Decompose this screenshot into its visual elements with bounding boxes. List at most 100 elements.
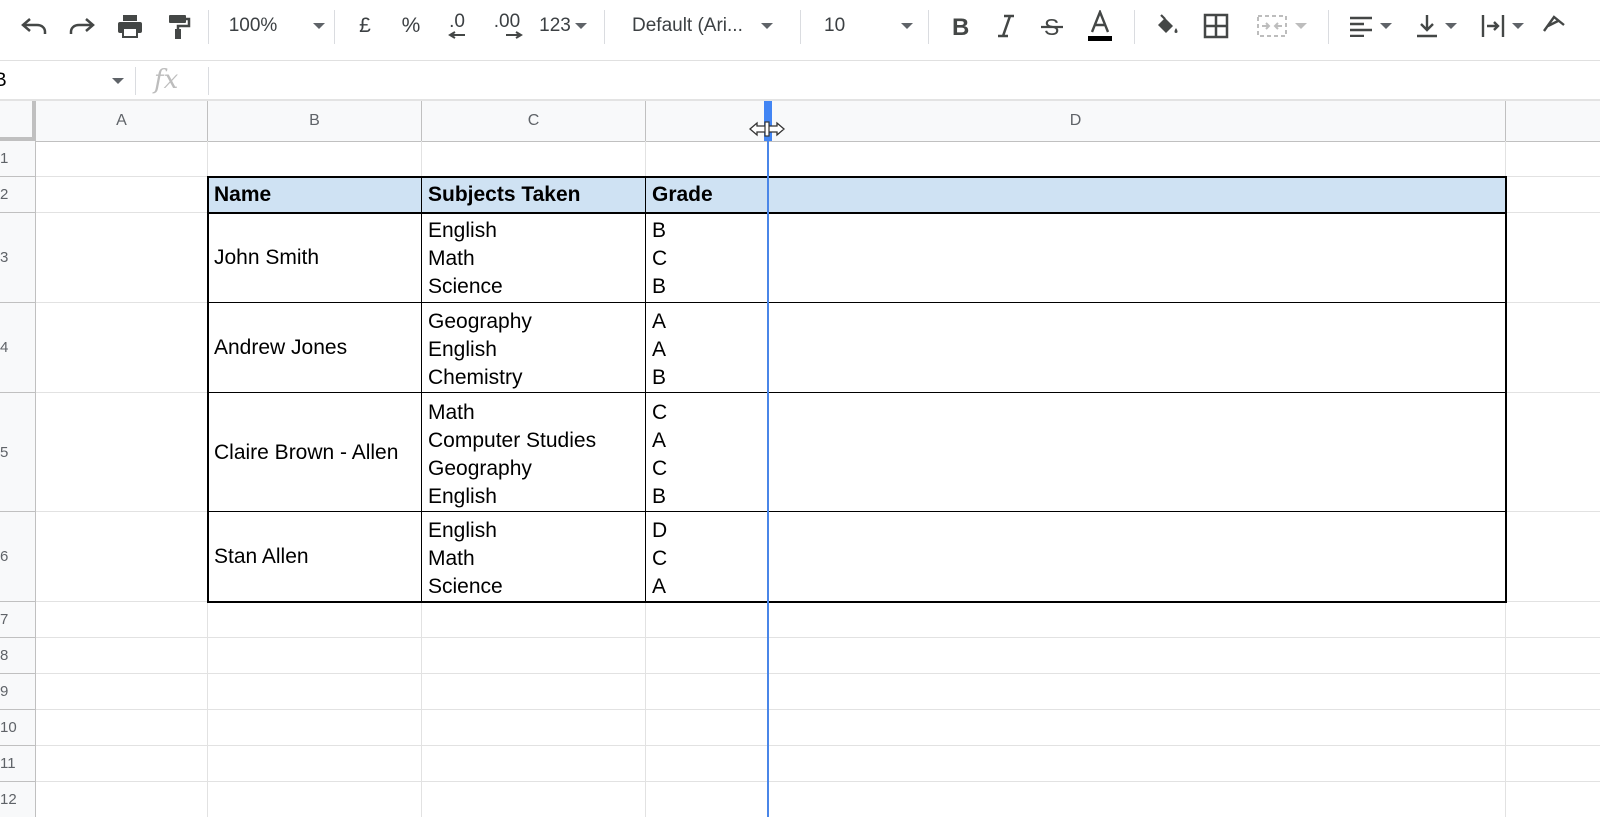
- column-header-e[interactable]: [1506, 101, 1600, 141]
- grade-entry: A: [652, 338, 667, 361]
- merge-cells-button[interactable]: [1246, 6, 1318, 46]
- table-header-grade[interactable]: Grade: [646, 177, 1506, 213]
- row-header-7[interactable]: 7: [0, 602, 36, 638]
- table-header-name[interactable]: Name: [208, 177, 422, 213]
- separator: [334, 10, 335, 44]
- table-cell-subjects[interactable]: English Math Science: [422, 217, 646, 303]
- grade-entry: B: [652, 219, 667, 242]
- grade-entry: C: [652, 401, 668, 424]
- table-border: [421, 176, 422, 603]
- italic-button[interactable]: [986, 6, 1026, 46]
- print-icon[interactable]: [110, 6, 150, 46]
- horizontal-align-button[interactable]: [1340, 6, 1400, 46]
- separator: [208, 10, 209, 44]
- column-header-c[interactable]: C: [422, 101, 646, 141]
- table-border: [207, 302, 1507, 303]
- subject-entry: Geography: [428, 310, 532, 333]
- row-header-12[interactable]: 12: [0, 782, 36, 817]
- table-border: [1505, 176, 1507, 603]
- table-cell-grades[interactable]: C A C B: [646, 399, 768, 512]
- name-box[interactable]: B: [0, 61, 132, 101]
- column-header-b[interactable]: B: [208, 101, 422, 141]
- subject-entry: Geography: [428, 457, 532, 480]
- row-header-4[interactable]: 4: [0, 303, 36, 393]
- vertical-align-button[interactable]: [1406, 6, 1466, 46]
- strikethrough-icon: S: [1041, 14, 1063, 39]
- table-cell-name[interactable]: Stan Allen: [208, 512, 422, 602]
- row-header-9[interactable]: 9: [0, 674, 36, 710]
- currency-format-button[interactable]: £: [346, 6, 384, 46]
- table-cell-subjects[interactable]: Geography English Chemistry: [422, 308, 646, 393]
- table-cell-grades[interactable]: D C A: [646, 517, 768, 602]
- undo-icon[interactable]: [14, 6, 54, 46]
- strikethrough-button[interactable]: S: [1032, 6, 1072, 46]
- grid-line: [36, 745, 1600, 746]
- row-header-2[interactable]: 2: [0, 177, 36, 213]
- font-family-select[interactable]: Default (Ari...: [620, 6, 790, 46]
- grade-entry: A: [652, 310, 667, 333]
- font-size-select[interactable]: 10: [812, 6, 922, 46]
- column-header-bar: A B C D: [0, 101, 1600, 142]
- table-cell-name[interactable]: Andrew Jones: [208, 303, 422, 393]
- increase-decimal-button[interactable]: .00: [486, 6, 528, 46]
- table-header-subjects[interactable]: Subjects Taken: [422, 177, 646, 213]
- table-cell-subjects[interactable]: Math Computer Studies Geography English: [422, 399, 646, 512]
- decrease-decimal-button[interactable]: .0: [438, 6, 476, 46]
- arrow-left-icon: [448, 31, 465, 39]
- merge-cells-icon: [1257, 15, 1287, 37]
- select-all-corner[interactable]: [0, 101, 36, 141]
- row-header-6[interactable]: 6: [0, 512, 36, 602]
- number-format-select[interactable]: 123: [534, 6, 592, 46]
- increase-decimal-label: .00: [493, 11, 521, 32]
- text-rotation-button[interactable]: [1540, 6, 1580, 46]
- subject-entry: English: [428, 338, 497, 361]
- row-header-5[interactable]: 5: [0, 393, 36, 512]
- align-left-icon: [1350, 16, 1372, 37]
- chevron-down-icon: [1295, 23, 1307, 29]
- fx-icon: fx: [154, 65, 179, 95]
- paint-format-icon[interactable]: [158, 6, 198, 46]
- grade-entry: D: [652, 519, 668, 542]
- percent-format-button[interactable]: %: [392, 6, 430, 46]
- zoom-select[interactable]: 100%: [222, 6, 332, 46]
- subject-entry: Chemistry: [428, 366, 523, 389]
- text-wrapping-button[interactable]: [1472, 6, 1532, 46]
- chevron-down-icon: [1512, 23, 1524, 29]
- bold-button[interactable]: B: [940, 6, 980, 46]
- borders-icon: [1203, 13, 1229, 39]
- separator: [928, 10, 929, 44]
- table-border: [207, 392, 1507, 393]
- column-resize-guide: [767, 141, 769, 817]
- text-wrap-icon: [1481, 15, 1505, 37]
- redo-icon[interactable]: [62, 6, 102, 46]
- grid-line: [36, 673, 1600, 674]
- grade-entry: A: [652, 429, 667, 452]
- row-header-10[interactable]: 10: [0, 710, 36, 746]
- fill-color-button[interactable]: [1146, 6, 1186, 46]
- borders-button[interactable]: [1196, 6, 1236, 46]
- row-header-1[interactable]: 1: [0, 141, 36, 177]
- row-header-11[interactable]: 11: [0, 746, 36, 782]
- column-header-a[interactable]: A: [36, 101, 208, 141]
- separator: [604, 10, 605, 44]
- chevron-down-icon: [313, 23, 326, 29]
- text-color-button[interactable]: [1078, 6, 1122, 46]
- zoom-value: 100%: [228, 15, 278, 36]
- table-cell-subjects[interactable]: English Math Science: [422, 517, 646, 602]
- chevron-down-icon: [1445, 23, 1457, 29]
- chevron-down-icon: [574, 23, 587, 29]
- table-cell-name[interactable]: Claire Brown - Allen: [208, 393, 422, 512]
- table-cell-name[interactable]: John Smith: [208, 213, 422, 303]
- subject-entry: Science: [428, 575, 503, 598]
- table-cell-grades[interactable]: B C B: [646, 217, 768, 303]
- table-border: [207, 212, 1507, 214]
- row-header-3[interactable]: 3: [0, 213, 36, 303]
- row-header-8[interactable]: 8: [0, 638, 36, 674]
- table-cell-grades[interactable]: A A B: [646, 308, 768, 393]
- formula-input[interactable]: [216, 61, 1596, 99]
- subject-entry: Math: [428, 247, 475, 270]
- table-border: [207, 601, 1507, 603]
- toolbar: 100% £ % .0 .00 123 Default (Ari... 10 B…: [0, 0, 1600, 58]
- chevron-down-icon: [1380, 23, 1392, 29]
- font-family-value: Default (Ari...: [632, 15, 743, 36]
